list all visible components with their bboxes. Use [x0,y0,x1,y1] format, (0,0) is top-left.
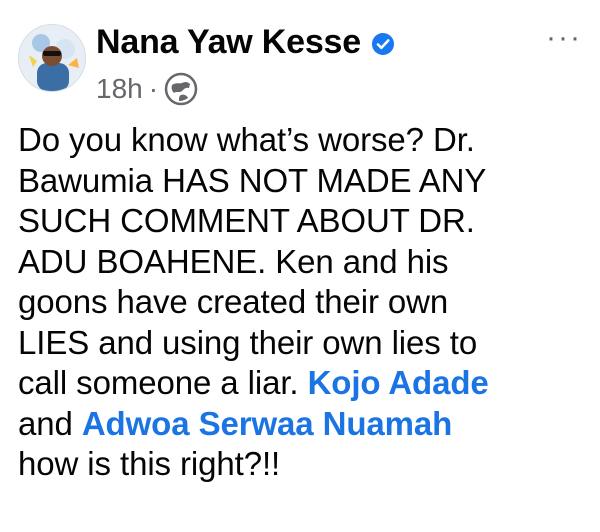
mention-link-kojo-adade[interactable]: Kojo Adade [308,364,489,401]
author-line: Nana Yaw Kesse [96,22,395,62]
author-avatar[interactable] [18,24,86,92]
post-line-3: SUCH COMMENT ABOUT DR. [18,202,475,239]
author-name[interactable]: Nana Yaw Kesse [96,22,361,62]
post-meta: 18h · [96,72,198,106]
post-line-8-text: and [18,404,82,442]
post-line-1: Do you know what’s worse? Dr. [18,121,475,158]
facebook-post: Nana Yaw Kesse 18h · ··· Do you know wha… [0,0,600,532]
post-line-7-text: call someone a liar. [18,364,308,401]
globe-icon[interactable] [164,72,198,106]
mention-link-adwoa-serwaa-nuamah[interactable]: Adwoa Serwaa Nuamah [82,405,452,442]
post-line-9: how is this right?!! [18,445,281,482]
more-options-icon[interactable]: ··· [546,23,582,53]
post-line-2: Bawumia HAS NOT MADE ANY [18,161,487,199]
post-line-8: and Adwoa Serwaa Nuamah [18,404,588,445]
avatar-image [19,25,85,91]
post-line-5: goons have created their own [18,283,449,320]
post-body: Do you know what’s worse? Dr. Bawumia HA… [18,120,588,485]
post-timestamp[interactable]: 18h [96,72,143,106]
post-line-4: ADU BOAHENE. Ken and his [18,242,449,280]
post-line-7: call someone a liar. Kojo Adade [18,363,588,404]
meta-separator: · [148,73,159,104]
post-header: Nana Yaw Kesse 18h · ··· [0,0,600,110]
verified-badge-icon [371,32,395,56]
post-line-6: LIES and using their own lies to [18,323,478,361]
